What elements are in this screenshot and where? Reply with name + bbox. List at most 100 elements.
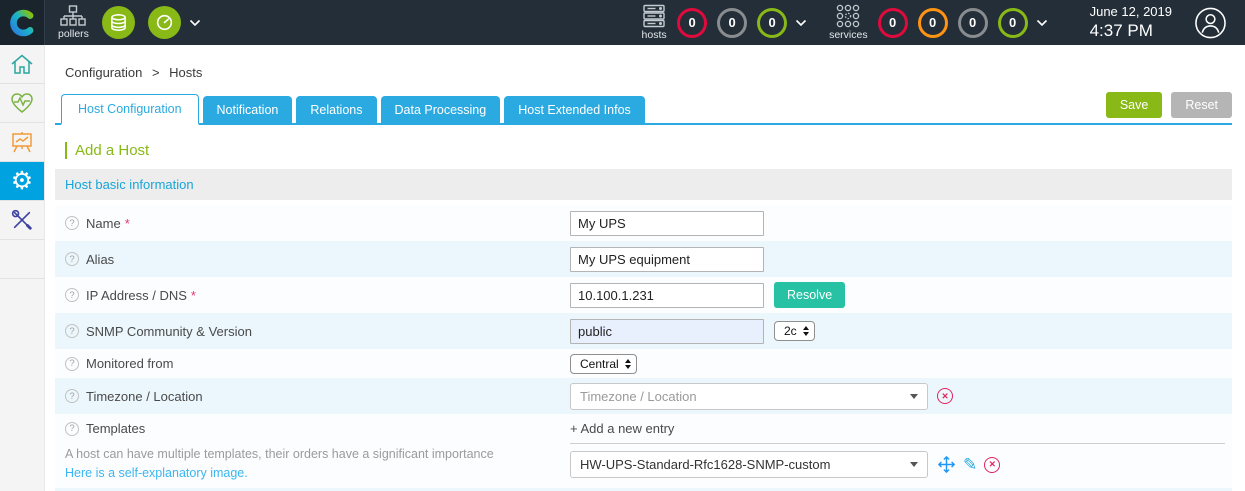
resolve-button[interactable]: Resolve — [774, 282, 845, 308]
hosts-up-counter[interactable]: 0 — [757, 8, 787, 38]
timezone-label-group: ? Timezone / Location — [65, 389, 570, 404]
centreon-logo[interactable] — [0, 0, 45, 45]
timezone-label: Timezone / Location — [86, 389, 203, 404]
form-row-name: ? Name * — [55, 205, 1232, 241]
template-select[interactable]: HW-UPS-Standard-Rfc1628-SNMP-custom — [570, 451, 928, 478]
form-row-monitored-from: ? Monitored from Central — [55, 349, 1232, 378]
name-label-group: ? Name * — [65, 216, 570, 231]
hosts-down-counter[interactable]: 0 — [677, 8, 707, 38]
sidebar-empty-cell — [0, 240, 44, 279]
templates-label: Templates — [86, 421, 145, 436]
current-time: 4:37 PM — [1090, 20, 1172, 41]
help-icon[interactable]: ? — [65, 357, 79, 371]
help-icon[interactable]: ? — [65, 252, 79, 266]
monitored-from-label-group: ? Monitored from — [65, 356, 570, 371]
breadcrumb-configuration[interactable]: Configuration — [65, 65, 142, 80]
alias-label-group: ? Alias — [65, 252, 570, 267]
heart-pulse-icon — [10, 92, 34, 114]
snmp-community-label: SNMP Community & Version — [86, 324, 252, 339]
ip-label-group: ? IP Address / DNS * — [65, 288, 570, 303]
services-warning-counter[interactable]: 0 — [918, 8, 948, 38]
alias-label: Alias — [86, 252, 114, 267]
hosts-status-group: hosts 0 0 0 — [641, 4, 807, 41]
tab-host-configuration[interactable]: Host Configuration — [61, 94, 199, 125]
help-icon[interactable]: ? — [65, 216, 79, 230]
sidebar-item-configuration[interactable]: ⚙ — [0, 162, 44, 201]
snmp-community-input[interactable] — [570, 319, 764, 344]
monitored-from-select[interactable]: Central — [570, 354, 637, 374]
current-date: June 12, 2019 — [1090, 4, 1172, 20]
breadcrumb: Configuration > Hosts — [55, 65, 1232, 80]
help-icon[interactable]: ? — [65, 389, 79, 403]
snmp-label-group: ? SNMP Community & Version — [65, 324, 570, 339]
required-marker: * — [191, 288, 196, 303]
latency-gauge-icon[interactable] — [148, 6, 181, 39]
snmp-version-select[interactable]: 2c — [774, 321, 815, 341]
snmp-version-value: 2c — [784, 324, 797, 338]
reset-button[interactable]: Reset — [1171, 92, 1232, 118]
save-button[interactable]: Save — [1106, 92, 1163, 118]
help-icon[interactable]: ? — [65, 324, 79, 338]
ip-address-label: IP Address / DNS — [86, 288, 187, 303]
tab-notification[interactable]: Notification — [203, 96, 293, 123]
form-row-create-services: ? Create Services linked to the Template… — [55, 488, 1232, 491]
database-status-icon[interactable] — [102, 6, 135, 39]
poller-chevron-down-icon[interactable] — [189, 19, 201, 27]
name-input[interactable] — [570, 211, 764, 236]
pollers-icon — [60, 5, 86, 27]
pollers-menu[interactable]: pollers — [58, 5, 89, 40]
hosts-menu[interactable]: hosts — [641, 4, 667, 41]
main-content: Configuration > Hosts Host Configuration… — [45, 45, 1245, 491]
sidebar-item-monitoring[interactable] — [0, 84, 44, 123]
timezone-clear-icon[interactable]: ✕ — [937, 388, 953, 404]
services-menu[interactable]: services — [829, 4, 868, 41]
edit-entry-icon[interactable]: ✎ — [963, 456, 977, 473]
tab-data-processing[interactable]: Data Processing — [381, 96, 501, 123]
templates-note: A host can have multiple templates, thei… — [65, 446, 570, 464]
template-value: HW-UPS-Standard-Rfc1628-SNMP-custom — [571, 457, 910, 472]
timezone-select[interactable]: Timezone / Location — [570, 383, 928, 410]
tab-relations[interactable]: Relations — [296, 96, 376, 123]
add-new-entry-link[interactable]: + Add a new entry — [570, 421, 1225, 444]
services-icon — [835, 4, 861, 28]
user-avatar[interactable] — [1194, 6, 1227, 39]
services-label: services — [829, 29, 868, 41]
sidebar: ⚙ — [0, 45, 45, 491]
help-icon[interactable]: ? — [65, 288, 79, 302]
sidebar-item-administration[interactable] — [0, 201, 44, 240]
services-chevron-down-icon[interactable] — [1036, 19, 1048, 27]
breadcrumb-hosts[interactable]: Hosts — [169, 65, 202, 80]
sidebar-item-home[interactable] — [0, 45, 44, 84]
delete-entry-icon[interactable]: ✕ — [984, 457, 1000, 473]
services-status-group: services 0 0 0 0 — [829, 4, 1048, 41]
form-row-timezone: ? Timezone / Location Timezone / Locatio… — [55, 378, 1232, 414]
easel-chart-icon — [10, 131, 34, 153]
move-entry-icon[interactable] — [938, 456, 955, 473]
help-icon[interactable]: ? — [65, 422, 79, 436]
gear-icon: ⚙ — [11, 169, 33, 194]
services-critical-counter[interactable]: 0 — [878, 8, 908, 38]
templates-example-link[interactable]: Here is a self-explanatory image. — [65, 466, 570, 480]
templates-label-group: ? Templates A host can have multiple tem… — [65, 421, 570, 480]
pollers-label: pollers — [58, 28, 89, 40]
hosts-chevron-down-icon[interactable] — [795, 19, 807, 27]
form-row-snmp: ? SNMP Community & Version 2c — [55, 313, 1232, 349]
caret-down-icon — [910, 462, 918, 467]
monitored-from-value: Central — [580, 357, 619, 371]
ip-address-input[interactable] — [570, 283, 764, 308]
tab-host-extended-infos[interactable]: Host Extended Infos — [504, 96, 645, 123]
hosts-unreachable-counter[interactable]: 0 — [717, 8, 747, 38]
centreon-logo-icon — [8, 9, 36, 37]
sidebar-item-reporting[interactable] — [0, 123, 44, 162]
breadcrumb-separator: > — [152, 65, 160, 80]
alias-input[interactable] — [570, 247, 764, 272]
services-unknown-counter[interactable]: 0 — [958, 8, 988, 38]
section-host-basic-information[interactable]: Host basic information — [55, 169, 1232, 200]
name-label: Name — [86, 216, 121, 231]
form-row-alias: ? Alias — [55, 241, 1232, 277]
required-marker: * — [125, 216, 130, 231]
services-ok-counter[interactable]: 0 — [998, 8, 1028, 38]
monitored-from-label: Monitored from — [86, 356, 173, 371]
page-title: Add a Host — [55, 142, 1232, 159]
hosts-icon — [641, 4, 667, 28]
